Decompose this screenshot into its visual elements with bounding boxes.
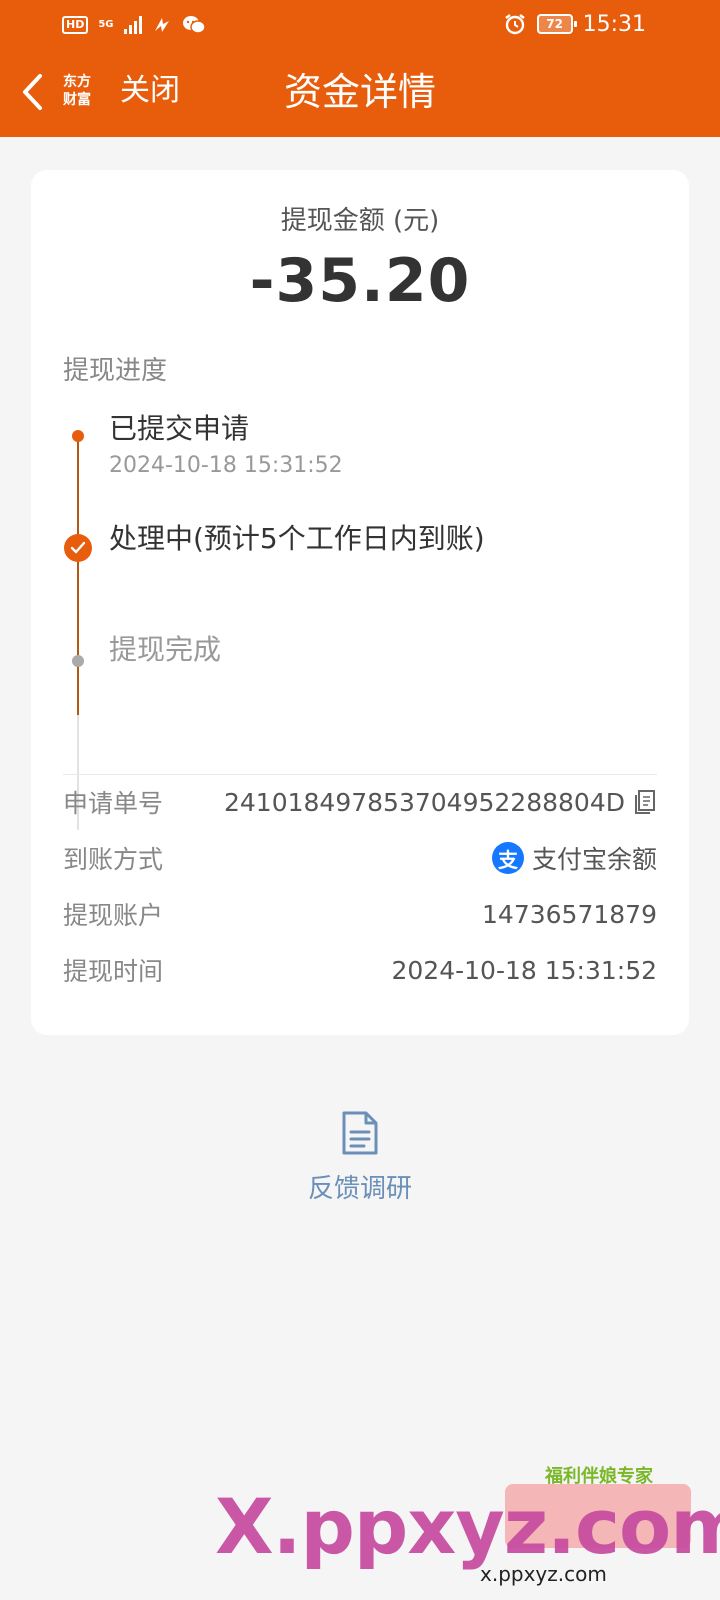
info-label: 提现时间	[63, 957, 164, 986]
signal-icon	[123, 16, 142, 34]
info-row-order-number: 申请单号 241018497853704952288804D	[63, 782, 657, 822]
copy-icon[interactable]	[633, 789, 657, 815]
close-button[interactable]: 关闭	[120, 70, 180, 112]
withdrawal-time: 2024-10-18 15:31:52	[391, 955, 657, 985]
info-value: 241018497853704952288804D	[224, 788, 657, 817]
step-processing-label: 处理中(预计5个工作日内到账)	[109, 522, 485, 555]
wechat-icon	[182, 16, 206, 34]
battery-icon: 72	[536, 14, 577, 34]
info-value: 支 支付宝余额	[491, 840, 657, 876]
watermark-url: x.ppxyz.com	[480, 1562, 607, 1586]
status-time: 15:31	[582, 11, 646, 37]
chevron-left-icon	[23, 74, 42, 110]
nav-bar: 东方 财富 关闭 资金详情	[0, 48, 720, 137]
step-submitted-label: 已提交申请	[109, 412, 250, 445]
network-type: 5G	[98, 19, 114, 30]
back-button[interactable]	[14, 68, 50, 116]
alipay-icon: 支	[491, 842, 524, 874]
watermark-badge	[505, 1484, 691, 1548]
battery-level: 72	[546, 17, 563, 31]
info-label: 申请单号	[63, 789, 164, 818]
logo-line2: 财富	[63, 92, 91, 108]
step-dot-pending	[72, 655, 84, 667]
step-dot-completed	[72, 430, 84, 442]
alarm-icon	[504, 14, 525, 35]
watermark: 福利伴娘专家 X.ppxyz.com x.ppxyz.com	[215, 1462, 720, 1586]
hd-badge: HD	[62, 16, 89, 34]
document-icon	[342, 1111, 378, 1155]
account-number: 14736571879	[482, 899, 657, 929]
info-label: 到账方式	[63, 845, 164, 874]
status-bar: HD 5G 72 15:31	[0, 0, 720, 48]
feedback-survey-button[interactable]: 反馈调研	[260, 1110, 460, 1220]
app-logo: 东方 财富	[56, 70, 98, 112]
payout-method: 支付宝余额	[531, 845, 657, 874]
check-icon	[64, 534, 92, 562]
info-label: 提现账户	[63, 901, 164, 930]
divider	[63, 774, 657, 775]
watermark-main: X.ppxyz.com	[215, 1482, 720, 1571]
status-left: HD 5G	[62, 12, 206, 38]
withdrawal-detail-card: 提现金额 (元) -35.20 提现进度 已提交申请 2024-10-18 15…	[31, 170, 689, 1035]
logo-line1: 东方	[63, 74, 91, 90]
order-number: 241018497853704952288804D	[224, 787, 625, 817]
info-row-account: 提现账户 14736571879	[63, 894, 657, 934]
info-row-time: 提现时间 2024-10-18 15:31:52	[63, 950, 657, 990]
watermark-tag: 福利伴娘专家	[545, 1466, 653, 1487]
step-submitted-time: 2024-10-18 15:31:52	[109, 453, 343, 478]
feedback-label: 反馈调研	[307, 1174, 412, 1204]
timeline-line-done	[77, 435, 79, 715]
page-title: 资金详情	[283, 70, 436, 114]
app-header: HD 5G 72 15:31 东方 财富 关闭 资金详情	[0, 0, 720, 137]
step-complete-label: 提现完成	[109, 633, 222, 666]
signal-secondary-icon	[154, 18, 169, 32]
info-row-payout-method: 到账方式 支 支付宝余额	[63, 838, 657, 878]
status-right: 72 15:31	[503, 10, 646, 38]
